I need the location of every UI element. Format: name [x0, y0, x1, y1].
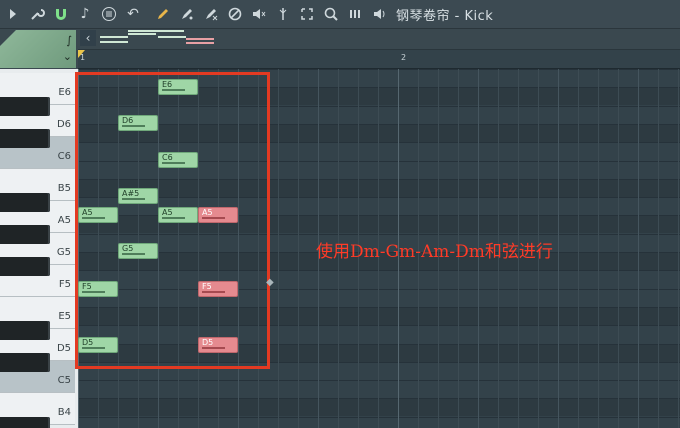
control-tab[interactable]: ∫ ⌄	[0, 30, 76, 68]
key-label: C6	[57, 151, 71, 162]
mute-icon[interactable]	[224, 3, 246, 25]
piano-keyboard[interactable]: E6 D6 C6 B5 A5 G5 F5 E5 D5 C5 B4	[0, 69, 79, 428]
key-label: F5	[58, 279, 71, 290]
key-label: D6	[56, 119, 71, 130]
menu-icon[interactable]	[98, 3, 120, 25]
selection-highlight	[75, 72, 270, 369]
paint-icon[interactable]	[176, 3, 198, 25]
key-label: B5	[57, 183, 71, 194]
grid-row-line	[78, 417, 680, 418]
black-key[interactable]	[0, 257, 50, 276]
key-label: G5	[56, 247, 71, 258]
black-key[interactable]	[0, 321, 50, 340]
grid-column-line	[598, 69, 599, 428]
timeline-ruler[interactable]: 1 2	[78, 50, 680, 69]
pencil-icon[interactable]	[152, 3, 174, 25]
black-key[interactable]	[0, 225, 50, 244]
undo-icon[interactable]: ↶	[122, 3, 144, 25]
slice-icon[interactable]	[272, 3, 294, 25]
grid-column-line	[658, 69, 659, 428]
curve-icon: ∫	[66, 34, 72, 47]
black-key[interactable]	[0, 97, 50, 116]
black-key[interactable]	[0, 129, 50, 148]
key-label: E6	[58, 87, 71, 98]
overview-note	[128, 30, 184, 32]
resize-handle-icon[interactable]: ◆	[266, 277, 274, 288]
zoom-icon[interactable]	[320, 3, 342, 25]
key-label: B4	[57, 407, 71, 418]
magnet-icon[interactable]	[50, 3, 72, 25]
overview-note	[186, 42, 214, 44]
grid-column-line	[638, 69, 639, 428]
delete-icon[interactable]	[200, 3, 222, 25]
grid-column-line	[618, 69, 619, 428]
grid-column-line	[298, 69, 299, 428]
overview-note	[158, 36, 186, 38]
window-title: 钢琴卷帘 - Kick	[396, 8, 494, 24]
ruler-mark: 2	[401, 53, 407, 62]
overview-note	[128, 33, 156, 35]
playhead-marker[interactable]	[78, 50, 85, 58]
grid-column-line	[558, 69, 559, 428]
play-arrow-icon[interactable]	[2, 3, 24, 25]
chevron-down-icon[interactable]: ⌄	[63, 50, 72, 63]
grid-column-line	[278, 69, 279, 428]
grid-column-line	[578, 69, 579, 428]
speaker-mute-icon[interactable]	[248, 3, 270, 25]
overview-strip[interactable]	[78, 29, 680, 49]
grid-column-line	[678, 69, 679, 428]
black-key[interactable]	[0, 193, 50, 212]
grid-row-line	[78, 398, 680, 399]
key-label: A5	[57, 215, 71, 226]
black-key[interactable]	[0, 417, 50, 428]
grid-row-line	[78, 69, 680, 70]
key-label: D5	[56, 343, 71, 354]
grid-row-line	[78, 380, 680, 381]
playback-icon[interactable]	[344, 3, 366, 25]
wrench-icon[interactable]	[26, 3, 48, 25]
annotation-text: 使用Dm-Gm-Am-Dm和弦进行	[316, 242, 553, 262]
overview-note	[100, 41, 128, 43]
speaker-icon[interactable]	[370, 4, 390, 24]
overview-note	[100, 36, 128, 38]
key-label: E5	[58, 311, 71, 322]
note-icon[interactable]: ♪	[74, 3, 96, 25]
chevron-left-icon[interactable]: ‹	[80, 30, 96, 46]
overview-note	[186, 38, 214, 40]
grid-row-black	[78, 398, 680, 416]
toolbar: ♪ ↶ 钢琴卷帘 - Kick	[0, 0, 680, 29]
select-icon[interactable]	[296, 3, 318, 25]
black-key[interactable]	[0, 353, 50, 372]
key-label: C5	[57, 375, 71, 386]
